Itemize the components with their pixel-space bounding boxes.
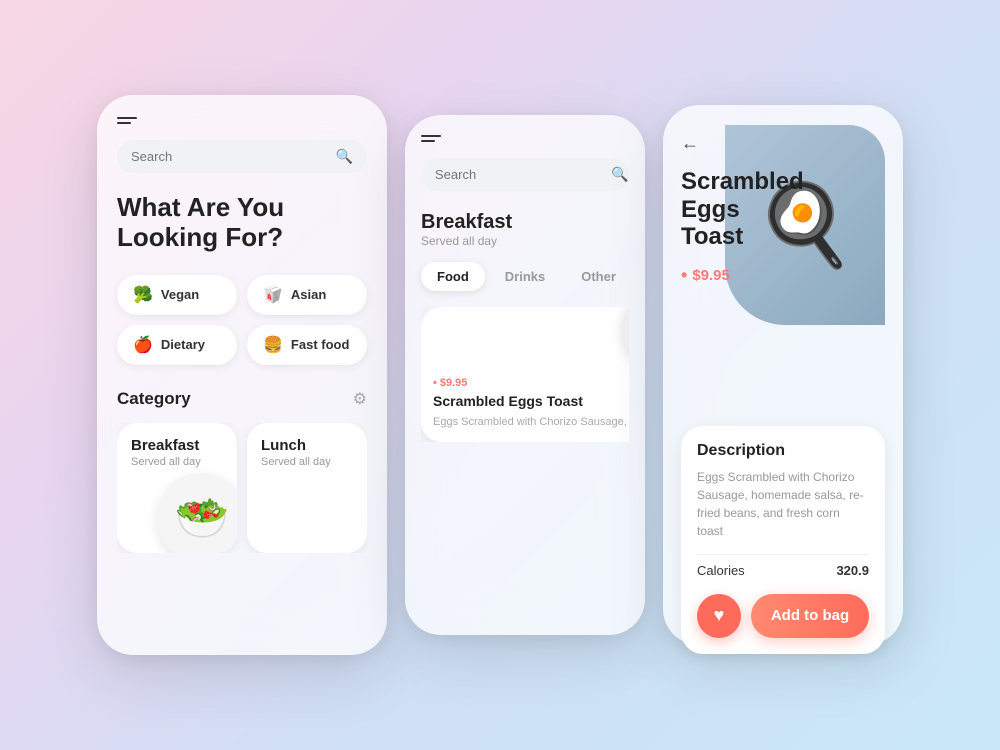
menu-icon-2[interactable] xyxy=(421,135,443,142)
heart-button-detail[interactable]: ♥ xyxy=(697,594,741,638)
breakfast-title: Breakfast xyxy=(131,437,223,454)
description-text: Eggs Scrambled with Chorizo Sausage, hom… xyxy=(697,468,869,540)
category-card-breakfast[interactable]: Breakfast Served all day 🥗 xyxy=(117,423,237,553)
breakfast-heading: Breakfast xyxy=(421,211,629,234)
chip-asian[interactable]: 🥡 Asian xyxy=(247,275,367,315)
lunch-sub: Served all day xyxy=(261,456,353,468)
detail-title: Scrambled Eggs Toast xyxy=(681,168,821,251)
chip-fastfood-label: Fast food xyxy=(291,337,350,352)
chip-dietary[interactable]: 🍎 Dietary xyxy=(117,325,237,365)
search-bar-1: 🔍 xyxy=(117,140,367,173)
search-input-1[interactable] xyxy=(131,149,336,164)
phone-screen-3: 🍳 ← Scrambled Eggs Toast $9.95 Descripti… xyxy=(663,105,903,645)
scrambled-image: 🍳 xyxy=(622,307,629,369)
add-to-bag-button[interactable]: Add to bag xyxy=(751,594,869,638)
search-bar-2: 🔍 xyxy=(421,158,629,191)
breakfast-sub-2: Served all day xyxy=(421,234,629,248)
dietary-emoji: 🍎 xyxy=(133,335,153,355)
lunch-title: Lunch xyxy=(261,437,353,454)
chip-vegan[interactable]: 🥦 Vegan xyxy=(117,275,237,315)
search-input-2[interactable] xyxy=(435,167,611,182)
vegan-emoji: 🥦 xyxy=(133,285,153,305)
food-card-list: 🍳 $9.95 Scrambled Eggs Toast Eggs Scramb… xyxy=(421,307,629,442)
category-card-lunch[interactable]: Lunch Served all day xyxy=(247,423,367,553)
calories-value: 320.9 xyxy=(836,563,869,578)
asian-emoji: 🥡 xyxy=(263,285,283,305)
search-icon-2: 🔍 xyxy=(611,166,628,183)
tab-food[interactable]: Food xyxy=(421,262,485,291)
action-row: ♥ Add to bag xyxy=(697,594,869,638)
chip-asian-label: Asian xyxy=(291,287,326,302)
chip-grid: 🥦 Vegan 🥡 Asian 🍎 Dietary 🍔 Fast food xyxy=(117,275,367,365)
menu-icon[interactable] xyxy=(117,117,139,124)
scrambled-name: Scrambled Eggs Toast xyxy=(433,393,629,410)
chip-fastfood[interactable]: 🍔 Fast food xyxy=(247,325,367,365)
category-cards: Breakfast Served all day 🥗 Lunch Served … xyxy=(117,423,367,553)
food-tabs: Food Drinks Other xyxy=(421,262,629,291)
filter-icon[interactable]: ⚙ xyxy=(353,389,367,409)
calories-label: Calories xyxy=(697,563,745,578)
detail-inner: 🍳 ← Scrambled Eggs Toast $9.95 Descripti… xyxy=(681,125,885,625)
chip-dietary-label: Dietary xyxy=(161,337,205,352)
scrambled-desc: Eggs Scrambled with Chorizo Sausage, hom… xyxy=(433,415,629,430)
chip-vegan-label: Vegan xyxy=(161,287,199,302)
detail-description-card: Description Eggs Scrambled with Chorizo … xyxy=(681,426,885,654)
fastfood-emoji: 🍔 xyxy=(263,335,283,355)
category-title: Category xyxy=(117,389,191,409)
detail-price: $9.95 xyxy=(681,265,885,286)
calories-row: Calories 320.9 xyxy=(697,554,869,578)
search-icon-1: 🔍 xyxy=(336,148,353,165)
food-card-scrambled: 🍳 $9.95 Scrambled Eggs Toast Eggs Scramb… xyxy=(421,307,629,442)
phone-screen-1: 🔍 What Are You Looking For? 🥦 Vegan 🥡 As… xyxy=(97,95,387,655)
tab-other[interactable]: Other xyxy=(565,262,632,291)
breakfast-bowl-image: 🥗 xyxy=(157,473,237,553)
detail-content: ← Scrambled Eggs Toast $9.95 xyxy=(681,125,885,286)
scrambled-price: $9.95 xyxy=(433,377,629,389)
category-header: Category ⚙ xyxy=(117,389,367,409)
breakfast-sub: Served all day xyxy=(131,456,223,468)
phone-screen-2: 🔍 Breakfast Served all day Food Drinks O… xyxy=(405,115,645,635)
description-title: Description xyxy=(697,442,869,460)
back-button[interactable]: ← xyxy=(681,133,885,154)
main-heading: What Are You Looking For? xyxy=(117,193,367,253)
tab-drinks[interactable]: Drinks xyxy=(489,262,561,291)
